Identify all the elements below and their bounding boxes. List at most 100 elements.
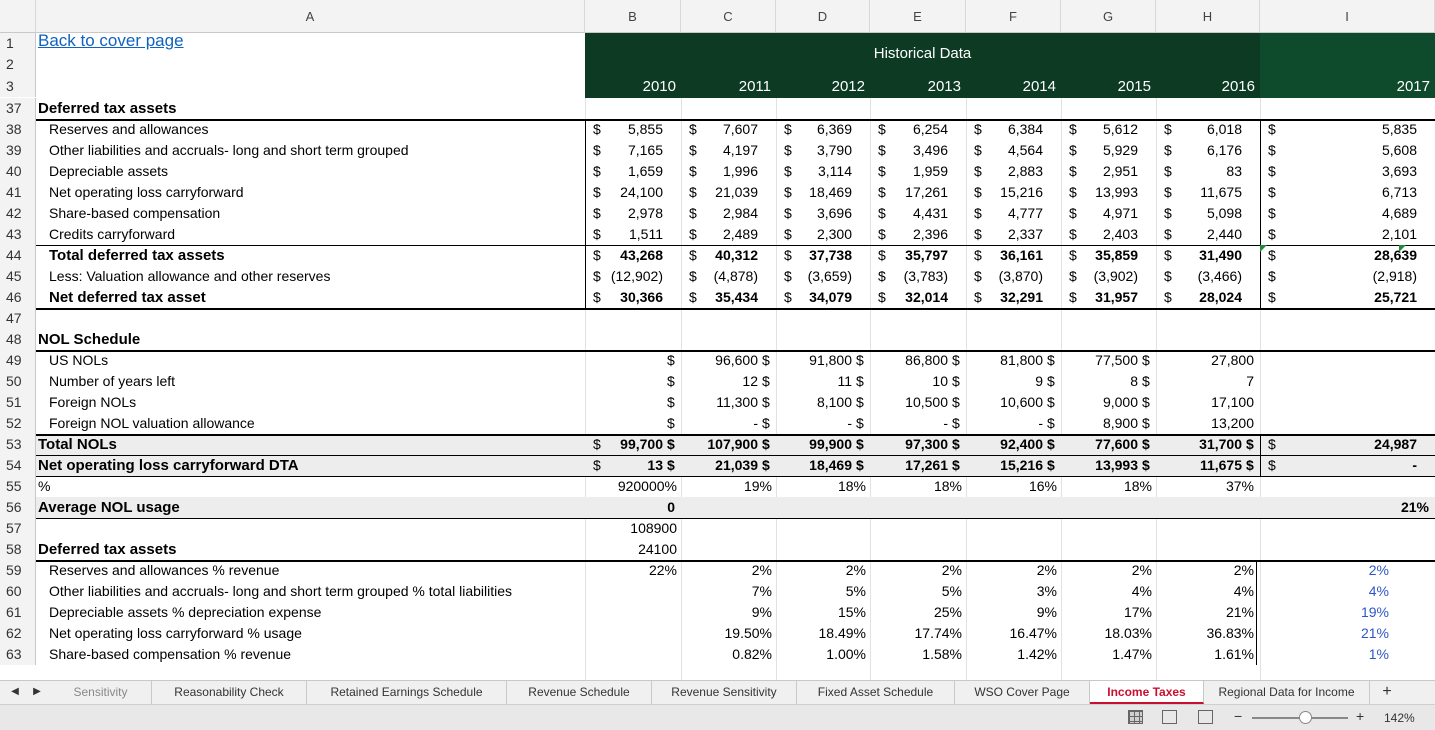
value-cell[interactable]: 10 xyxy=(870,371,948,392)
column-header-h[interactable]: H xyxy=(1156,0,1260,33)
value-cell[interactable]: 96,600 xyxy=(681,350,758,371)
value-cell[interactable]: 81,800 xyxy=(966,350,1043,371)
value-cell[interactable]: 3% xyxy=(966,581,1057,602)
value-cell[interactable]: 1% xyxy=(1260,644,1389,665)
value-cell[interactable]: 2,403 xyxy=(1061,224,1138,245)
row-number[interactable]: 42 xyxy=(0,203,36,224)
row-number[interactable]: 56 xyxy=(0,497,36,518)
tab-reasonability-check[interactable]: Reasonability Check xyxy=(152,681,307,704)
row-number[interactable]: 47 xyxy=(0,308,36,329)
row-label[interactable]: Net operating loss carryforward xyxy=(49,182,244,203)
column-header-b[interactable]: B xyxy=(585,0,681,33)
value-cell[interactable]: (4,878) xyxy=(681,266,758,287)
value-cell[interactable]: 4,197 xyxy=(681,140,758,161)
value-cell[interactable]: 35,797 xyxy=(870,245,948,266)
column-header-a[interactable]: A xyxy=(36,0,585,33)
value-cell[interactable]: 32,291 xyxy=(966,287,1043,308)
value-cell[interactable]: 30,366 xyxy=(585,287,663,308)
value-cell[interactable]: 28,639 xyxy=(1260,245,1417,266)
row-label[interactable]: Foreign NOL valuation allowance xyxy=(49,413,255,434)
value-cell[interactable]: 92,400 xyxy=(966,434,1043,455)
value-cell[interactable]: 0.82% xyxy=(681,644,772,665)
value-cell[interactable]: 107,900 xyxy=(681,434,758,455)
row-label[interactable]: Reserves and allowances % revenue xyxy=(49,560,279,581)
value-cell[interactable]: 17% xyxy=(1061,602,1152,623)
value-cell[interactable]: 1.00% xyxy=(776,644,866,665)
row-label[interactable]: Total NOLs xyxy=(38,434,117,455)
value-cell[interactable]: 2% xyxy=(776,560,866,581)
row-label[interactable]: Average NOL usage xyxy=(38,497,180,518)
value-cell[interactable]: 2,396 xyxy=(870,224,948,245)
value-cell[interactable]: 9 xyxy=(966,371,1043,392)
row-label[interactable]: Less: Valuation allowance and other rese… xyxy=(49,266,330,287)
value-cell[interactable]: 21,039 xyxy=(681,455,758,476)
value-cell[interactable]: 2,951 xyxy=(1061,161,1138,182)
value-cell[interactable]: 15,216 xyxy=(966,182,1043,203)
value-cell[interactable]: 11 xyxy=(776,371,852,392)
value-cell[interactable]: (3,902) xyxy=(1061,266,1138,287)
column-header-i[interactable]: I xyxy=(1260,0,1435,33)
row-label[interactable]: Total deferred tax assets xyxy=(49,245,225,266)
value-cell[interactable]: 17.74% xyxy=(870,623,962,644)
value-cell[interactable]: 1,511 xyxy=(585,224,663,245)
value-cell[interactable]: 9% xyxy=(681,602,772,623)
value-cell[interactable]: 36.83% xyxy=(1156,623,1254,644)
value-cell[interactable]: - xyxy=(776,413,852,434)
column-header-d[interactable]: D xyxy=(776,0,870,33)
value-cell[interactable]: 2,440 xyxy=(1156,224,1242,245)
value-cell[interactable]: 2% xyxy=(966,560,1057,581)
row-number[interactable]: 1 xyxy=(0,33,36,54)
value-cell[interactable]: 1.58% xyxy=(870,644,962,665)
value-cell[interactable]: (3,870) xyxy=(966,266,1043,287)
value-cell[interactable]: 11,300 xyxy=(681,392,758,413)
tab-wso-cover-page[interactable]: WSO Cover Page xyxy=(955,681,1090,704)
value-cell[interactable]: 2% xyxy=(870,560,962,581)
value-cell[interactable]: 5,608 xyxy=(1260,140,1417,161)
value-cell[interactable]: 4,431 xyxy=(870,203,948,224)
value-cell[interactable]: 31,490 xyxy=(1156,245,1242,266)
row-number[interactable]: 51 xyxy=(0,392,36,413)
page-break-view-icon[interactable] xyxy=(1198,710,1213,724)
row-label[interactable]: Net deferred tax asset xyxy=(49,287,206,308)
row-label[interactable]: % xyxy=(38,476,50,497)
row-number[interactable]: 38 xyxy=(0,119,36,140)
row-label[interactable]: Net operating loss carryforward DTA xyxy=(38,455,299,476)
row-number[interactable]: 63 xyxy=(0,644,36,665)
value-cell[interactable]: 17,261 xyxy=(870,455,948,476)
value-cell[interactable]: 1.42% xyxy=(966,644,1057,665)
value-cell[interactable]: 16% xyxy=(966,476,1057,497)
row-number[interactable]: 43 xyxy=(0,224,36,245)
value-cell[interactable]: 18,469 xyxy=(776,455,852,476)
value-cell[interactable]: 7% xyxy=(681,581,772,602)
value-cell[interactable]: 1,659 xyxy=(585,161,663,182)
value-cell[interactable]: (12,902) xyxy=(585,266,663,287)
column-header-f[interactable]: F xyxy=(966,0,1061,33)
value-cell[interactable]: 31,700 xyxy=(1156,434,1242,455)
value-cell[interactable]: 11,675 xyxy=(1156,182,1242,203)
value-cell[interactable]: 21% xyxy=(1156,602,1254,623)
value-cell[interactable]: 9,000 xyxy=(1061,392,1138,413)
tab-revenue-sensitivity[interactable]: Revenue Sensitivity xyxy=(652,681,797,704)
row-number[interactable]: 60 xyxy=(0,581,36,602)
value-cell[interactable]: 18% xyxy=(1061,476,1152,497)
row-number[interactable]: 2 xyxy=(0,54,36,75)
value-cell[interactable]: 13,200 xyxy=(1156,413,1254,434)
normal-view-icon[interactable] xyxy=(1128,710,1143,724)
row-number[interactable]: 59 xyxy=(0,560,36,581)
value-cell[interactable]: 2% xyxy=(1156,560,1254,581)
value-cell[interactable]: 4,689 xyxy=(1260,203,1417,224)
value-cell[interactable]: 6,176 xyxy=(1156,140,1242,161)
value-cell[interactable]: 24100 xyxy=(585,539,677,560)
value-cell[interactable]: 5% xyxy=(776,581,866,602)
value-cell[interactable]: 22% xyxy=(585,560,677,581)
column-header-e[interactable]: E xyxy=(870,0,966,33)
value-cell[interactable]: 4,971 xyxy=(1061,203,1138,224)
value-cell[interactable]: 25,721 xyxy=(1260,287,1417,308)
value-cell[interactable]: 7,607 xyxy=(681,119,758,140)
value-cell[interactable]: 35,859 xyxy=(1061,245,1138,266)
value-cell[interactable]: 31,957 xyxy=(1061,287,1138,308)
value-cell[interactable]: 2,978 xyxy=(585,203,663,224)
row-label[interactable]: Other liabilities and accruals- long and… xyxy=(49,581,512,602)
column-header-c[interactable]: C xyxy=(681,0,776,33)
value-cell[interactable]: 2,883 xyxy=(966,161,1043,182)
